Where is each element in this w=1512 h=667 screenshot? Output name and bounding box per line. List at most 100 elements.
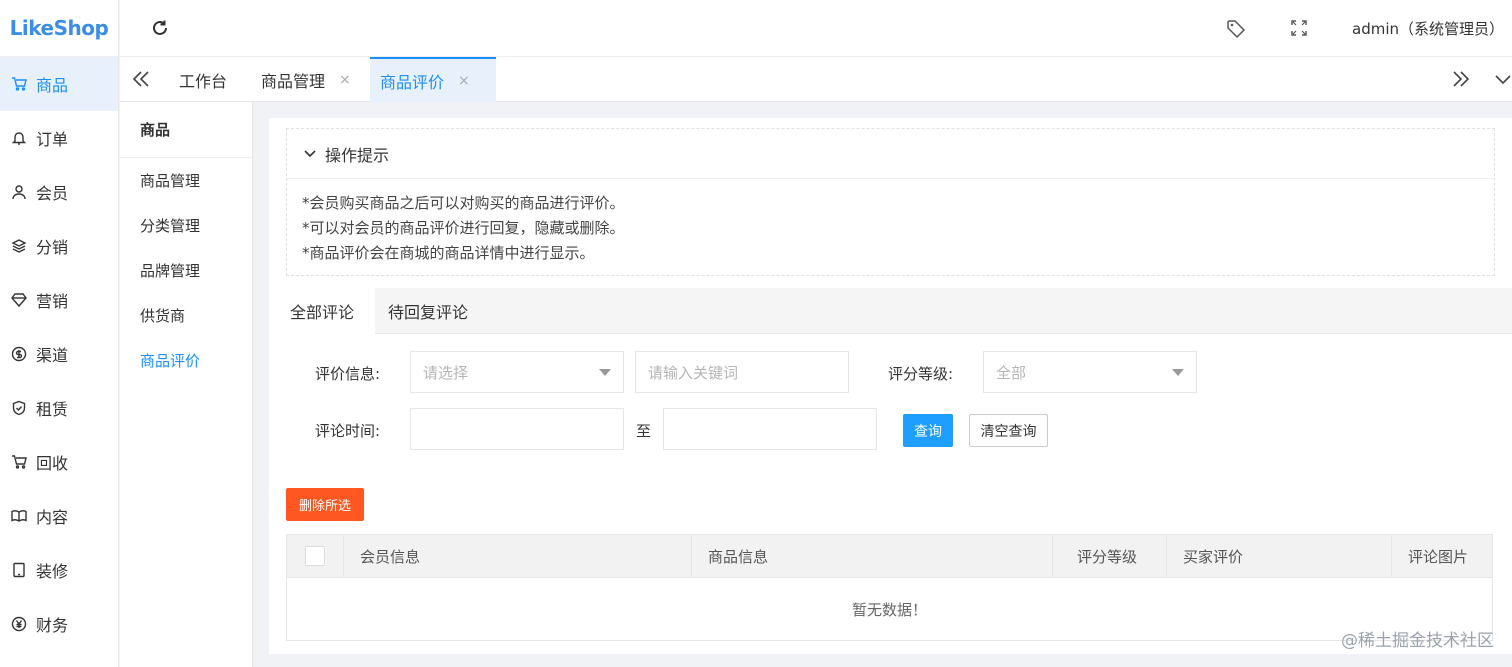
tab-label: 商品评价 xyxy=(380,72,445,92)
watermark: @稀土掘金技术社区 xyxy=(1341,631,1494,651)
sidebar-item-label: 租赁 xyxy=(36,400,69,419)
tablet-icon xyxy=(10,561,28,579)
double-chevron-right-icon[interactable] xyxy=(1450,68,1472,90)
tip-line: *可以对会员的商品评价进行回复，隐藏或删除。 xyxy=(302,219,625,237)
col-review-images[interactable]: 评论图片 xyxy=(1392,535,1494,578)
sidebar-item-label: 分销 xyxy=(36,238,69,257)
keyword-placeholder: 请输入关键词 xyxy=(648,363,739,382)
delete-selected-button[interactable]: 删除所选 xyxy=(286,488,364,521)
col-buyer-review[interactable]: 买家评价 xyxy=(1167,535,1392,578)
table-empty-state: 暂无数据！ xyxy=(851,600,927,619)
time-separator: 至 xyxy=(636,422,652,440)
tab-label: 工作台 xyxy=(179,71,228,91)
sidebar-item-label: 营销 xyxy=(36,292,69,311)
query-button[interactable]: 查询 xyxy=(903,414,953,447)
sidebar-item-2[interactable]: 会员 xyxy=(0,165,118,219)
sidebar-item-label: 订单 xyxy=(36,130,69,149)
sidebar-item-5[interactable]: 渠道 xyxy=(0,327,118,381)
start-time-input[interactable] xyxy=(410,408,624,450)
sidebar-item-4[interactable]: 营销 xyxy=(0,273,118,327)
main-sidebar: LikeShop 商品订单会员分销营销渠道租赁回收内容装修财务 xyxy=(0,0,119,667)
review-info-select-placeholder: 请选择 xyxy=(423,363,469,382)
user-menu[interactable]: admin（系统管理员） xyxy=(1352,18,1504,39)
col-rating[interactable]: 评分等级 xyxy=(1053,535,1167,578)
cart-icon xyxy=(10,75,28,93)
clear-query-button[interactable]: 清空查询 xyxy=(969,414,1048,447)
sidebar-item-8[interactable]: 内容 xyxy=(0,489,118,543)
tab-pending-reviews[interactable]: 待回复评论 xyxy=(375,288,481,334)
sidebar-item-label: 商品 xyxy=(36,76,69,95)
refresh-icon[interactable] xyxy=(150,18,170,38)
review-info-select[interactable]: 请选择 xyxy=(410,351,624,393)
sidebar-item-label: 会员 xyxy=(36,184,69,203)
double-chevron-left-icon[interactable] xyxy=(130,68,152,90)
caret-down-icon xyxy=(599,369,611,376)
chevron-down-icon[interactable] xyxy=(1494,68,1512,90)
sidebar-item-label: 渠道 xyxy=(36,346,69,365)
submenu-title: 商品 xyxy=(120,102,252,158)
caret-down-icon xyxy=(1172,369,1184,376)
sidebar-item-7[interactable]: 回收 xyxy=(0,435,118,489)
shield-check-icon xyxy=(10,399,28,417)
sidebar-item-label: 回收 xyxy=(36,454,69,473)
main-content: 操作提示 *会员购买商品之后可以对购买的商品进行评价。 *可以对会员的商品评价进… xyxy=(269,118,1512,654)
diamond-icon xyxy=(10,291,28,309)
time-label: 评论时间: xyxy=(315,422,381,440)
rating-select[interactable]: 全部 xyxy=(983,351,1197,393)
tab-bar: 工作台 商品管理 × 商品评价 × xyxy=(120,57,1512,102)
top-header: admin（系统管理员） xyxy=(120,0,1512,57)
submenu-item-3[interactable]: 供货商 xyxy=(120,293,252,338)
keyword-input[interactable]: 请输入关键词 xyxy=(635,351,849,393)
bell-icon xyxy=(10,129,28,147)
logo-text: LikeShop xyxy=(9,16,109,40)
rating-select-value: 全部 xyxy=(996,363,1027,382)
tab-all-reviews[interactable]: 全部评论 xyxy=(269,288,375,334)
col-product-info[interactable]: 商品信息 xyxy=(692,535,1053,578)
cart-icon xyxy=(10,453,28,471)
submenu-item-2[interactable]: 品牌管理 xyxy=(120,248,252,293)
user-icon xyxy=(10,183,28,201)
sidebar-item-label: 装修 xyxy=(36,562,69,581)
logo[interactable]: LikeShop xyxy=(0,0,118,57)
yen-icon xyxy=(10,615,28,633)
tab-0[interactable]: 工作台 xyxy=(169,57,247,102)
tag-icon[interactable] xyxy=(1226,19,1246,39)
select-all-cell xyxy=(287,535,344,578)
submenu-item-0[interactable]: 商品管理 xyxy=(120,158,252,203)
tips-body: *会员购买商品之后可以对购买的商品进行评价。 *可以对会员的商品评价进行回复，隐… xyxy=(287,179,1494,266)
tab-2[interactable]: 商品评价 × xyxy=(370,57,496,102)
review-info-label: 评价信息: xyxy=(315,365,381,383)
tips-title: 操作提示 xyxy=(325,145,390,165)
tab-label: 商品管理 xyxy=(261,71,326,91)
sidebar-item-label: 内容 xyxy=(36,508,69,527)
tab-1[interactable]: 商品管理 × xyxy=(251,57,369,102)
sidebar-item-9[interactable]: 装修 xyxy=(0,543,118,597)
col-member-info[interactable]: 会员信息 xyxy=(344,535,692,578)
sidebar-item-0[interactable]: 商品 xyxy=(0,57,118,111)
select-all-checkbox[interactable] xyxy=(305,546,325,566)
sidebar-item-1[interactable]: 订单 xyxy=(0,111,118,165)
tips-panel: 操作提示 *会员购买商品之后可以对购买的商品进行评价。 *可以对会员的商品评价进… xyxy=(286,128,1495,276)
book-icon xyxy=(10,507,28,525)
close-icon[interactable]: × xyxy=(458,73,470,89)
secondary-menu: 商品 商品管理 分类管理 品牌管理 供货商 商品评价 xyxy=(120,102,253,667)
end-time-input[interactable] xyxy=(663,408,877,450)
table-header: 会员信息 商品信息 评分等级 买家评价 评论图片 xyxy=(287,535,1492,578)
sidebar-item-6[interactable]: 租赁 xyxy=(0,381,118,435)
tip-line: *会员购买商品之后可以对购买的商品进行评价。 xyxy=(302,194,625,212)
sidebar-item-label: 财务 xyxy=(36,616,69,635)
submenu-item-1[interactable]: 分类管理 xyxy=(120,203,252,248)
layers-icon xyxy=(10,237,28,255)
reviews-table: 会员信息 商品信息 评分等级 买家评价 评论图片 暂无数据！ xyxy=(286,534,1493,641)
sidebar-item-3[interactable]: 分销 xyxy=(0,219,118,273)
tips-header[interactable]: 操作提示 xyxy=(287,129,1494,179)
rating-label: 评分等级: xyxy=(888,365,954,383)
submenu-item-4[interactable]: 商品评价 xyxy=(120,338,252,383)
review-tabs: 全部评论 待回复评论 xyxy=(269,288,1512,334)
dollar-icon xyxy=(10,345,28,363)
sidebar-item-10[interactable]: 财务 xyxy=(0,597,118,651)
tip-line: *商品评价会在商城的商品详情中进行显示。 xyxy=(302,244,595,262)
chevron-down-icon xyxy=(304,149,316,157)
fullscreen-icon[interactable] xyxy=(1290,19,1308,37)
close-icon[interactable]: × xyxy=(339,72,351,88)
